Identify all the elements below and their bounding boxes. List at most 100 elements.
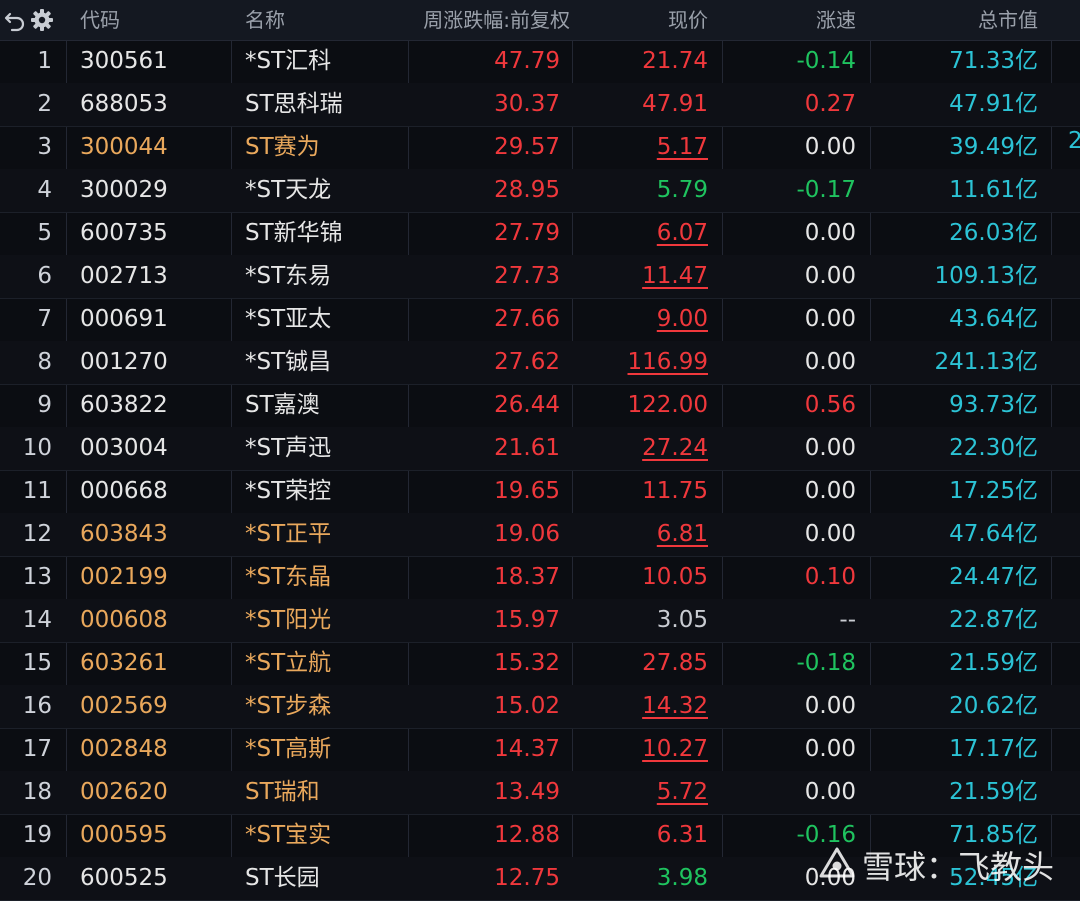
weekly-change: 28.95: [494, 177, 560, 203]
stock-name: *ST声迅: [245, 435, 332, 461]
change-speed: 0.00: [804, 306, 856, 332]
change-speed: 0.00: [804, 134, 856, 160]
stock-name: ST长园: [245, 865, 320, 891]
weekly-change: 27.66: [494, 306, 560, 332]
stock-code: 603822: [80, 392, 168, 418]
stock-name: ST新华锦: [245, 220, 343, 246]
table-row[interactable]: 7 000691 *ST亚太 27.66 9.00 0.00 43.64亿: [0, 298, 1080, 342]
market-cap: 11.61亿: [949, 177, 1038, 203]
current-price: 27.24: [642, 435, 708, 461]
current-price: 116.99: [627, 349, 708, 375]
current-price: 9.00: [656, 306, 708, 332]
stock-name: *ST东晶: [245, 564, 332, 590]
change-speed: 0.00: [804, 263, 856, 289]
row-index: 15: [22, 650, 52, 676]
stock-code: 001270: [80, 349, 168, 375]
table-row[interactable]: 8 001270 *ST铖昌 27.62 116.99 0.00 241.13亿: [0, 341, 1080, 385]
weekly-change: 26.44: [494, 392, 560, 418]
weekly-change: 29.57: [494, 134, 560, 160]
weekly-change: 27.73: [494, 263, 560, 289]
market-cap: 93.73亿: [949, 392, 1038, 418]
table-row[interactable]: 6 002713 *ST东易 27.73 11.47 0.00 109.13亿: [0, 255, 1080, 299]
weekly-change: 27.79: [494, 220, 560, 246]
current-price: 11.47: [642, 263, 708, 289]
row-index: 8: [37, 349, 52, 375]
change-speed: 0.00: [804, 435, 856, 461]
clipped-column-fragment: 2: [1068, 128, 1080, 154]
table-row[interactable]: 4 300029 *ST天龙 28.95 5.79 -0.17 11.61亿: [0, 169, 1080, 213]
header-market-cap[interactable]: 总市值: [870, 0, 1038, 40]
row-index: 14: [22, 607, 52, 633]
row-index: 18: [22, 779, 52, 805]
table-row[interactable]: 2 688053 ST思科瑞 30.37 47.91 0.27 47.91亿: [0, 83, 1080, 127]
stock-code: 002848: [80, 736, 168, 762]
current-price: 122.00: [627, 392, 708, 418]
header-price[interactable]: 现价: [572, 0, 708, 40]
stock-code: 000668: [80, 478, 168, 504]
change-speed: 0.00: [804, 220, 856, 246]
stock-name: *ST荣控: [245, 478, 332, 504]
header-speed[interactable]: 涨速: [722, 0, 856, 40]
stock-code: 003004: [80, 435, 168, 461]
change-speed: -0.14: [796, 48, 856, 74]
stock-code: 603261: [80, 650, 168, 676]
table-row[interactable]: 12 603843 *ST正平 19.06 6.81 0.00 47.64亿: [0, 513, 1080, 557]
market-cap: 21.59亿: [949, 650, 1038, 676]
table-row[interactable]: 18 002620 ST瑞和 13.49 5.72 0.00 21.59亿: [0, 771, 1080, 815]
row-index: 2: [37, 91, 52, 117]
change-speed: 0.00: [804, 521, 856, 547]
market-cap: 39.49亿: [949, 134, 1038, 160]
stock-code: 688053: [80, 91, 168, 117]
stock-name: *ST高斯: [245, 736, 332, 762]
table-row[interactable]: 10 003004 *ST声迅 21.61 27.24 0.00 22.30亿: [0, 427, 1080, 471]
market-cap: 21.59亿: [949, 779, 1038, 805]
weekly-change: 14.37: [494, 736, 560, 762]
stock-code: 603843: [80, 521, 168, 547]
xueqiu-logo-icon: [819, 847, 855, 878]
stock-name: *ST步森: [245, 693, 332, 719]
weekly-change: 15.02: [494, 693, 560, 719]
row-index: 17: [22, 736, 52, 762]
stock-code: 600525: [80, 865, 168, 891]
stock-name: *ST立航: [245, 650, 332, 676]
market-cap: 47.91亿: [949, 91, 1038, 117]
current-price: 3.05: [656, 607, 708, 633]
watermark-text: 雪球：飞教头: [862, 848, 1055, 886]
stock-name: *ST亚太: [245, 306, 332, 332]
table-row[interactable]: 17 002848 *ST高斯 14.37 10.27 0.00 17.17亿: [0, 728, 1080, 772]
table-row[interactable]: 9 603822 ST嘉澳 26.44 122.00 0.56 93.73亿: [0, 384, 1080, 428]
header-weekly-change[interactable]: 周涨跌幅:前复权: [410, 0, 570, 40]
stock-code: 002620: [80, 779, 168, 805]
stock-code: 000608: [80, 607, 168, 633]
change-speed: 0.00: [804, 349, 856, 375]
change-speed: 0.56: [804, 392, 856, 418]
refresh-icon[interactable]: [4, 8, 26, 32]
current-price: 6.81: [656, 521, 708, 547]
table-row[interactable]: 5 600735 ST新华锦 27.79 6.07 0.00 26.03亿: [0, 212, 1080, 256]
stock-code: 300029: [80, 177, 168, 203]
stock-name: *ST阳光: [245, 607, 332, 633]
weekly-change: 27.62: [494, 349, 560, 375]
stock-code: 300044: [80, 134, 168, 160]
table-row[interactable]: 13 002199 *ST东晶 18.37 10.05 0.10 24.47亿: [0, 556, 1080, 600]
table-row[interactable]: 3 300044 ST赛为 29.57 5.17 0.00 39.49亿: [0, 126, 1080, 170]
table-row[interactable]: 11 000668 *ST荣控 19.65 11.75 0.00 17.25亿: [0, 470, 1080, 514]
change-speed: 0.27: [804, 91, 856, 117]
row-index: 5: [37, 220, 52, 246]
market-cap: 24.47亿: [949, 564, 1038, 590]
market-cap: 26.03亿: [949, 220, 1038, 246]
current-price: 11.75: [642, 478, 708, 504]
row-index: 10: [22, 435, 52, 461]
weekly-change: 47.79: [494, 48, 560, 74]
change-speed: 0.00: [804, 736, 856, 762]
table-row[interactable]: 14 000608 *ST阳光 15.97 3.05 -- 22.87亿: [0, 599, 1080, 643]
weekly-change: 12.88: [494, 822, 560, 848]
weekly-change: 21.61: [494, 435, 560, 461]
table-row[interactable]: 16 002569 *ST步森 15.02 14.32 0.00 20.62亿: [0, 685, 1080, 729]
table-row[interactable]: 1 300561 *ST汇科 47.79 21.74 -0.14 71.33亿: [0, 40, 1080, 84]
header-name[interactable]: 名称: [245, 0, 285, 40]
gear-icon[interactable]: [30, 8, 54, 32]
table-row[interactable]: 15 603261 *ST立航 15.32 27.85 -0.18 21.59亿: [0, 642, 1080, 686]
header-code[interactable]: 代码: [80, 0, 120, 40]
stock-name: ST瑞和: [245, 779, 320, 805]
